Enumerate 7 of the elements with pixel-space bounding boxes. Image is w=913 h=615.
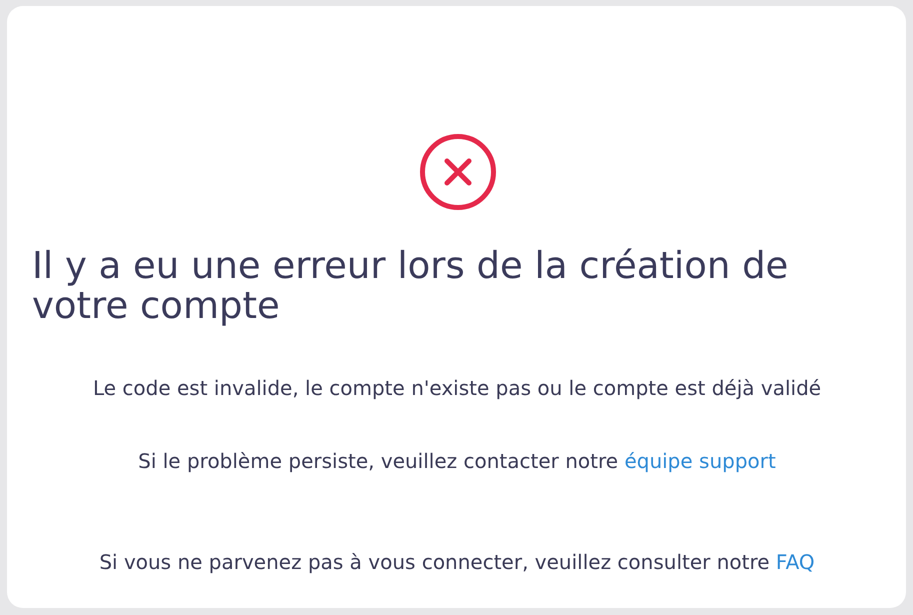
help-link[interactable]: équipe support [624, 449, 776, 473]
error-icon [420, 134, 496, 210]
help-link[interactable]: FAQ [776, 550, 815, 574]
message-text: Si le problème persiste, veuillez contacter notre équipe support [137, 450, 777, 473]
error-heading: Il y a eu une erreur lors de la création de votre compte [32, 246, 790, 326]
message-text: Si vous ne parvenez pas à vous connecter, veuillez consulter notre FAQ [98, 551, 816, 574]
message-text: Le code est invalide, le compte n'existe pas ou le compte est déjà validé [92, 377, 822, 400]
